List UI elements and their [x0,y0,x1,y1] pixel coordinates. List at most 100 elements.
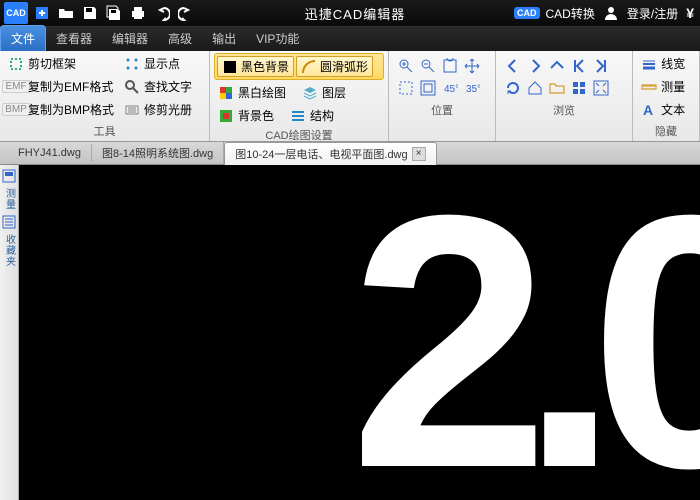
sidebar-icon-1[interactable] [2,169,16,183]
menu-tab-advanced[interactable]: 高级 [158,26,202,51]
zoom-out-icon[interactable] [419,57,437,75]
zoom-extents-icon[interactable] [419,79,437,97]
bw-draw-button[interactable]: 黑白绘图 [214,82,290,103]
login-link[interactable]: 登录/注册 [627,5,678,22]
file-tab-2[interactable]: 图10-24一层电话、电视平面图.dwg × [224,142,436,165]
tools-group-title: 工具 [4,122,205,141]
zoom-window-icon[interactable] [397,79,415,97]
trim-album-label: 修剪光册 [144,101,192,118]
copy-bmp-label: 复制为BMP格式 [28,101,114,118]
linewidth-button[interactable]: 线宽 [637,53,695,74]
nav-up-icon[interactable] [548,57,566,75]
zoom-in-icon[interactable] [397,57,415,75]
title-bar: CAD 迅捷CAD编辑器 CAD CAD转换 登录/注册 ¥ [0,0,700,27]
black-bg-button[interactable]: 黑色背景 [217,56,294,77]
file-tab-bar: FHYJ41.dwg 图8-14照明系统图.dwg 图10-24一层电话、电视平… [0,142,700,165]
undo-icon[interactable] [152,3,172,23]
bg-color-label: 背景色 [238,107,274,124]
nav-right-icon[interactable] [526,57,544,75]
points-icon [124,56,140,72]
menu-tab-output[interactable]: 输出 [202,26,246,51]
copy-bmp-button[interactable]: BMP复制为BMP格式 [4,99,118,120]
save-icon[interactable] [80,3,100,23]
trim-icon [124,102,140,118]
structure-label: 结构 [310,107,334,124]
trim-album-button[interactable]: 修剪光册 [120,99,196,120]
rotate-n-icon[interactable]: 35° [463,79,481,97]
blackbg-icon [222,59,238,75]
menu-tab-file[interactable]: 文件 [0,25,46,51]
rotate-icon[interactable]: 45° [441,79,459,97]
black-bg-label: 黑色背景 [241,58,289,75]
bgcolor-icon [218,108,234,124]
text-label: 文本 [661,101,685,118]
nav-first-icon[interactable] [570,57,588,75]
smooth-arc-button[interactable]: 圆滑弧形 [296,56,373,77]
redo-icon[interactable] [176,3,196,23]
refresh-icon[interactable] [504,79,522,97]
app-title: 迅捷CAD编辑器 [196,4,514,23]
sidebar-tab-favorites[interactable]: 收藏夹 [1,231,18,270]
open-icon[interactable] [56,3,76,23]
file-tab-2-label: 图10-24一层电话、电视平面图.dwg [235,146,407,162]
structure-button[interactable]: 结构 [286,105,338,126]
measure-label: 测量 [661,78,685,95]
file-tab-0[interactable]: FHYJ41.dwg [8,144,92,162]
nav-left-icon[interactable] [504,57,522,75]
linewidth-label: 线宽 [661,55,685,72]
find-text-label: 查找文字 [144,78,192,95]
measure-button[interactable]: 测量 [637,76,695,97]
layers-label: 图层 [322,84,346,101]
sidebar-tab-measure[interactable]: 测量 [1,185,18,213]
currency-icon[interactable]: ¥ [686,5,694,21]
find-text-button[interactable]: 查找文字 [120,76,196,97]
home-icon[interactable] [526,79,544,97]
structure-icon [290,108,306,124]
bg-color-button[interactable]: 背景色 [214,105,278,126]
hide-group-title: 隐藏 [637,122,695,141]
menu-tab-viewer[interactable]: 查看器 [46,26,102,51]
smooth-arc-label: 圆滑弧形 [320,58,368,75]
pan-icon[interactable] [463,57,481,75]
file-tab-1[interactable]: 图8-14照明系统图.dwg [92,142,224,164]
linewidth-icon [641,56,657,72]
saveall-icon[interactable] [104,3,124,23]
main-area: 测量 收藏夹 2.0 [0,165,700,500]
position-group-title: 位置 [393,101,491,120]
nav-last-icon[interactable] [592,57,610,75]
text-icon: A [641,102,657,118]
user-icon[interactable] [601,3,621,23]
layers-icon [302,85,318,101]
layers-button[interactable]: 图层 [298,82,350,103]
copy-emf-button[interactable]: EMF复制为EMF格式 [4,76,118,97]
bw-draw-label: 黑白绘图 [238,84,286,101]
text-button[interactable]: A 文本 [637,99,695,120]
show-points-label: 显示点 [144,55,180,72]
grid-icon[interactable] [570,79,588,97]
tab-close-icon[interactable]: × [412,147,426,161]
crop-frame-button[interactable]: 剪切框架 [4,53,118,74]
svg-text:A: A [643,102,653,118]
arc-icon [301,59,317,75]
cad-convert-link[interactable]: CAD转换 [546,5,595,22]
zoom-fit-icon[interactable] [441,57,459,75]
left-sidebar: 测量 收藏夹 [0,165,19,500]
crop-frame-label: 剪切框架 [28,55,76,72]
drawing-canvas[interactable]: 2.0 [19,165,700,500]
bg-arc-toggle: 黑色背景 圆滑弧形 [214,53,384,80]
menu-tab-vip[interactable]: VIP功能 [246,26,309,51]
full-icon[interactable] [592,79,610,97]
menu-tab-editor[interactable]: 编辑器 [102,26,158,51]
sidebar-icon-2[interactable] [2,215,16,229]
show-points-button[interactable]: 显示点 [120,53,196,74]
menu-bar: 文件 查看器 编辑器 高级 输出 VIP功能 [0,27,700,51]
search-icon [124,79,140,95]
print-icon[interactable] [128,3,148,23]
copy-emf-label: 复制为EMF格式 [28,78,113,95]
svg-text:35°: 35° [466,84,480,95]
folder-icon[interactable] [548,79,566,97]
new-icon[interactable] [32,3,52,23]
browse-group-title: 浏览 [500,101,628,120]
svg-text:45°: 45° [444,84,458,95]
ruler-icon [641,79,657,95]
